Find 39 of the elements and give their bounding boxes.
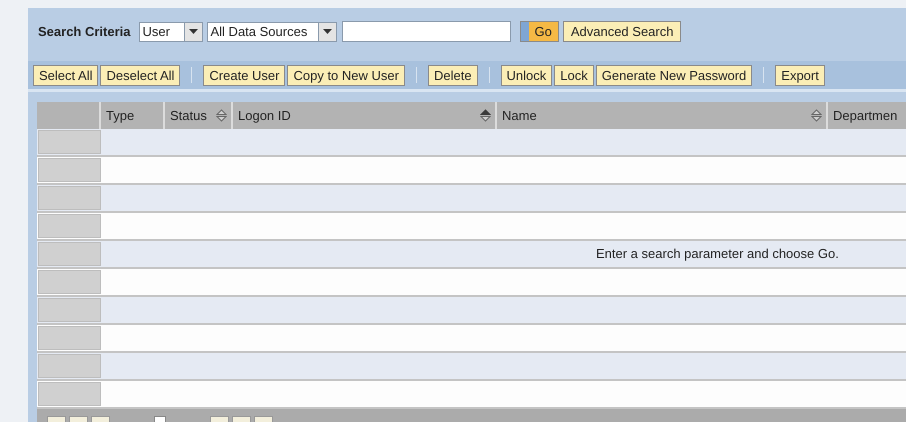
search-criteria-label: Search Criteria xyxy=(38,22,130,41)
row-selector[interactable] xyxy=(38,242,101,266)
column-header[interactable]: Departmen xyxy=(828,102,906,129)
row-selector[interactable] xyxy=(38,298,101,322)
toolbar-button[interactable]: Create User xyxy=(203,64,286,86)
caret-icon xyxy=(322,29,332,34)
row-selector[interactable] xyxy=(38,326,101,350)
table-row[interactable]: Enter a search parameter and choose Go. xyxy=(37,241,906,269)
toolbar-button[interactable]: Unlock xyxy=(500,64,552,86)
table-row[interactable] xyxy=(37,269,906,297)
caret-icon xyxy=(188,29,198,34)
row-selector[interactable] xyxy=(38,186,101,210)
toolbar-button[interactable]: Delete xyxy=(428,64,478,86)
row-selector[interactable] xyxy=(38,382,101,406)
table-row[interactable] xyxy=(37,213,906,241)
row-selector[interactable] xyxy=(38,354,101,378)
table-row[interactable] xyxy=(37,157,906,185)
row-selector[interactable] xyxy=(38,270,101,294)
toolbar-button[interactable]: Select All xyxy=(33,64,98,86)
table-row[interactable] xyxy=(37,185,906,213)
empty-message: Enter a search parameter and choose Go. xyxy=(596,245,839,264)
row-selector[interactable] xyxy=(38,130,101,154)
row-selector[interactable] xyxy=(38,214,101,238)
table-row[interactable] xyxy=(37,297,906,325)
go-button[interactable]: Go xyxy=(520,21,559,42)
table-row[interactable] xyxy=(37,381,906,409)
toolbar-button[interactable]: Export xyxy=(775,64,825,86)
toolbar-button[interactable]: Deselect All xyxy=(100,64,180,86)
advanced-search-button[interactable]: Advanced Search xyxy=(562,21,682,42)
source-dropdown[interactable]: All Data Sources xyxy=(206,22,336,42)
row-selector[interactable] xyxy=(38,158,101,182)
toolbar-button[interactable]: Lock xyxy=(554,64,594,86)
search-field[interactable] xyxy=(342,21,510,42)
toolbar-button[interactable]: Generate New Password xyxy=(596,64,752,86)
type-dropdown[interactable]: User xyxy=(138,22,202,42)
table-row[interactable] xyxy=(37,353,906,381)
toolbar-button[interactable]: Copy to New User xyxy=(287,64,405,86)
table-row[interactable] xyxy=(37,325,906,353)
table-row[interactable] xyxy=(37,129,906,157)
